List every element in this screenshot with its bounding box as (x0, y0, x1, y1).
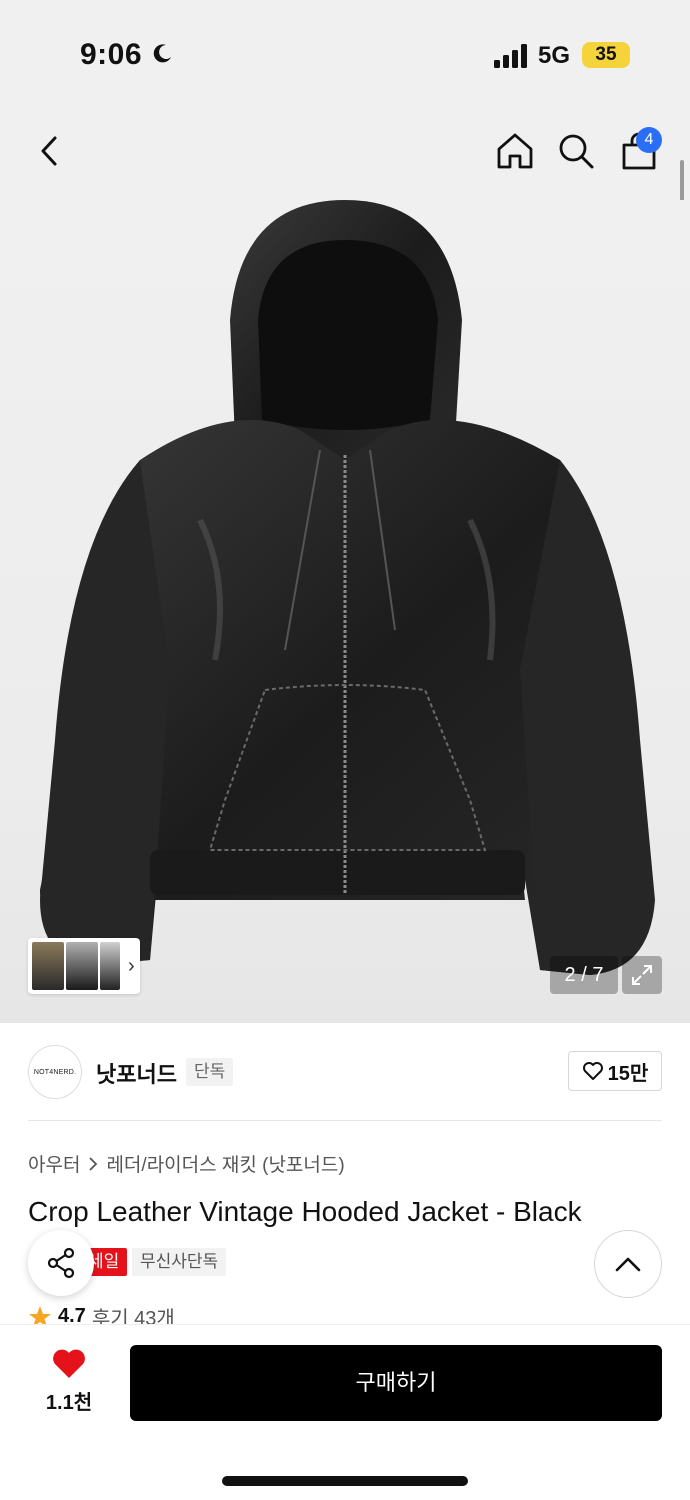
expand-icon (632, 965, 652, 985)
thumbnail[interactable] (100, 942, 120, 990)
back-button[interactable] (24, 126, 74, 176)
product-image[interactable] (0, 200, 690, 1023)
thumbnail[interactable] (66, 942, 98, 990)
thumbnail-strip[interactable]: › (28, 938, 140, 994)
exclusive-tag: 단독 (186, 1058, 234, 1086)
jacket-image (40, 200, 655, 975)
search-button[interactable] (551, 126, 601, 176)
signal-icon (494, 44, 527, 68)
brand-like-button[interactable]: 15만 (568, 1051, 662, 1091)
image-counter: 2 / 7 (550, 956, 618, 994)
product-title: Crop Leather Vintage Hooded Jacket - Bla… (28, 1196, 582, 1227)
musinsa-exclusive-tag: 무신사단독 (132, 1248, 227, 1276)
thumbnail[interactable] (32, 942, 64, 990)
scroll-top-button[interactable] (594, 1230, 662, 1298)
home-button[interactable] (490, 126, 540, 176)
share-icon (47, 1247, 75, 1279)
brand-like-count: 15만 (607, 1062, 649, 1085)
home-indicator[interactable] (222, 1476, 468, 1486)
chevron-right-icon (89, 1156, 98, 1171)
breadcrumb-item[interactable]: 레더/라이더스 재킷 (낫포너드) (106, 1150, 344, 1177)
cart-count-badge: 4 (636, 127, 662, 153)
brand-name[interactable]: 낫포너드 (96, 1057, 177, 1089)
breadcrumb-item[interactable]: 아우터 (28, 1150, 80, 1177)
heart-outline-icon (582, 1062, 603, 1080)
status-time: 9:06 (80, 38, 143, 71)
chevron-up-icon (615, 1257, 641, 1272)
buy-button[interactable]: 구매하기 (130, 1345, 662, 1421)
heart-filled-icon (53, 1349, 85, 1378)
share-button[interactable] (28, 1230, 94, 1296)
status-bar: 9:06 5G 35 (0, 0, 690, 110)
brand-logo[interactable]: NOT4NERD. (28, 1045, 82, 1099)
breadcrumb: 아우터 레더/라이더스 재킷 (낫포너드) (28, 1150, 345, 1177)
wishlist-count: 1.1천 (45, 1392, 93, 1414)
search-icon (559, 134, 594, 169)
chevron-right-icon[interactable]: › (128, 955, 135, 978)
network-label: 5G (538, 42, 571, 69)
wishlist-button[interactable]: 1.1천 (38, 1348, 100, 1418)
moon-icon (153, 44, 171, 63)
home-icon (497, 133, 533, 169)
expand-button[interactable] (622, 956, 662, 994)
divider (28, 1120, 662, 1121)
battery-icon: 35 (582, 42, 630, 68)
chevron-left-icon (41, 136, 57, 166)
